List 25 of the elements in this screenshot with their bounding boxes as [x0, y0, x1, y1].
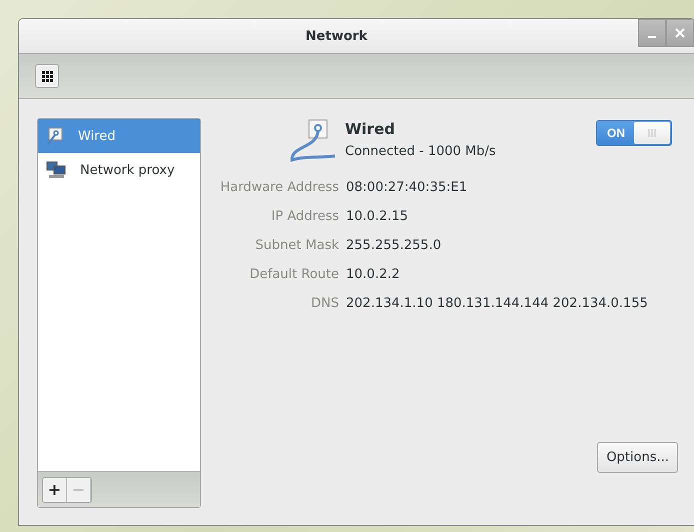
detail-label: IP Address — [270, 209, 339, 224]
detail-value: 10.0.2.15 — [346, 209, 410, 224]
detail-label: Subnet Mask — [254, 238, 339, 253]
close-button[interactable] — [666, 19, 694, 47]
options-button[interactable]: Options... — [597, 442, 678, 473]
connection-name: Wired — [345, 120, 396, 138]
grip-icon — [647, 129, 657, 137]
detail-label: DNS — [310, 296, 339, 311]
computers-icon — [46, 161, 66, 179]
all-settings-button[interactable] — [35, 64, 59, 88]
detail-label: Hardware Address — [219, 180, 339, 195]
close-icon — [675, 28, 685, 38]
minimize-icon — [648, 36, 656, 38]
detail-value: 255.255.255.0 — [346, 238, 442, 253]
connection-status: Connected - 1000 Mb/s — [345, 144, 497, 159]
detail-value: 202.134.1.10 180.131.144.144 202.134.0.155 — [346, 296, 648, 311]
minimize-button[interactable] — [638, 19, 666, 47]
sidebar-item[interactable]: Network proxy — [38, 153, 200, 187]
window-title: Network — [306, 28, 368, 44]
grid-icon — [42, 70, 52, 82]
detail-label: Default Route — [248, 267, 339, 282]
ethernet-icon — [46, 127, 64, 145]
detail-value: 08:00:27:40:35:E1 — [346, 180, 468, 195]
detail-value: 10.0.2.2 — [346, 267, 401, 282]
add-button[interactable]: + — [43, 478, 67, 502]
